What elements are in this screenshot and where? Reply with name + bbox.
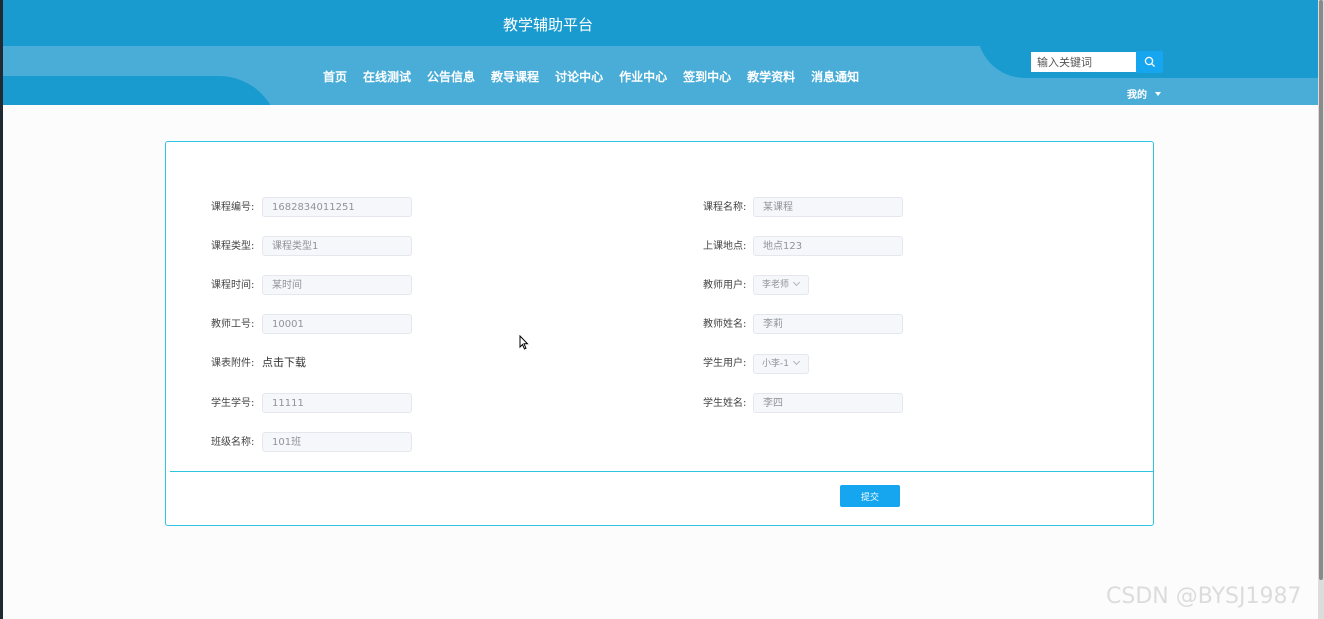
submit-button[interactable]: 提交: [840, 485, 900, 507]
nav-item-home[interactable]: 首页: [315, 69, 355, 85]
user-menu[interactable]: 我的: [1127, 86, 1161, 101]
course-no-field[interactable]: 1682834011251: [262, 197, 412, 217]
course-name-label: 课程名称:: [703, 202, 747, 213]
student-name-field[interactable]: 李四: [753, 393, 903, 413]
course-no-label: 课程编号:: [211, 202, 255, 213]
caret-down-icon: [1155, 91, 1161, 96]
vertical-scrollbar[interactable]: [1318, 0, 1324, 619]
teacher-no-field[interactable]: 10001: [262, 314, 412, 334]
user-menu-label: 我的: [1127, 90, 1147, 101]
watermark: CSDN @BYSJ1987: [1106, 584, 1302, 609]
teacher-user-select[interactable]: 李老师: [753, 275, 809, 295]
teacher-user-label: 教师用户:: [703, 280, 747, 291]
student-no-label: 学生学号:: [211, 398, 255, 409]
course-name-field[interactable]: 某课程: [753, 197, 903, 217]
student-name-label: 学生姓名:: [703, 398, 747, 409]
teacher-name-field[interactable]: 李莉: [753, 314, 903, 334]
teacher-user-value: 李老师: [762, 280, 790, 290]
location-field[interactable]: 地点123: [753, 236, 903, 256]
nav-item-materials[interactable]: 教学资料: [739, 69, 803, 85]
download-link[interactable]: 点击下载: [262, 354, 306, 370]
course-type-field[interactable]: 课程类型1: [262, 236, 412, 256]
course-time-field[interactable]: 某时间: [262, 275, 412, 295]
attachment-label: 课表附件:: [211, 358, 255, 369]
search-icon: [1144, 56, 1155, 67]
nav-item-checkin[interactable]: 签到中心: [675, 69, 739, 85]
search-input[interactable]: [1031, 52, 1139, 72]
teacher-name-label: 教师姓名:: [703, 319, 747, 330]
teacher-no-label: 教师工号:: [211, 319, 255, 330]
student-user-label: 学生用户:: [703, 358, 747, 369]
main-nav: 首页 在线测试 公告信息 教导课程 讨论中心 作业中心 签到中心 教学资料 消息…: [315, 69, 867, 85]
nav-item-messages[interactable]: 消息通知: [803, 69, 867, 85]
nav-item-announcements[interactable]: 公告信息: [419, 69, 483, 85]
class-name-field[interactable]: 101班: [262, 432, 412, 452]
site-title: 教学辅助平台: [502, 16, 593, 34]
nav-item-courses[interactable]: 教导课程: [483, 69, 547, 85]
chevron-down-icon: [792, 357, 801, 366]
form-divider: [170, 471, 1153, 472]
course-time-label: 课程时间:: [211, 280, 255, 291]
header-decoration-left: [3, 76, 279, 105]
student-user-value: 小李-1: [762, 359, 789, 369]
nav-item-discussion[interactable]: 讨论中心: [547, 69, 611, 85]
nav-item-homework[interactable]: 作业中心: [611, 69, 675, 85]
nav-item-online-test[interactable]: 在线测试: [355, 69, 419, 85]
search-button[interactable]: [1136, 51, 1163, 73]
mouse-cursor-icon: [519, 335, 529, 350]
site-header: 教学辅助平台 首页 在线测试 公告信息 教导课程 讨论中心 作业中心 签到中心 …: [3, 0, 1318, 105]
student-user-select[interactable]: 小李-1: [753, 354, 809, 374]
class-name-label: 班级名称:: [211, 437, 255, 448]
student-no-field[interactable]: 11111: [262, 393, 412, 413]
chevron-down-icon: [792, 278, 801, 287]
scrollbar-thumb[interactable]: [1319, 0, 1323, 580]
course-detail-form: 课程编号: 1682834011251 课程类型: 课程类型1 课程时间: 某时…: [165, 141, 1154, 526]
course-type-label: 课程类型:: [211, 241, 255, 252]
location-label: 上课地点:: [703, 241, 747, 252]
